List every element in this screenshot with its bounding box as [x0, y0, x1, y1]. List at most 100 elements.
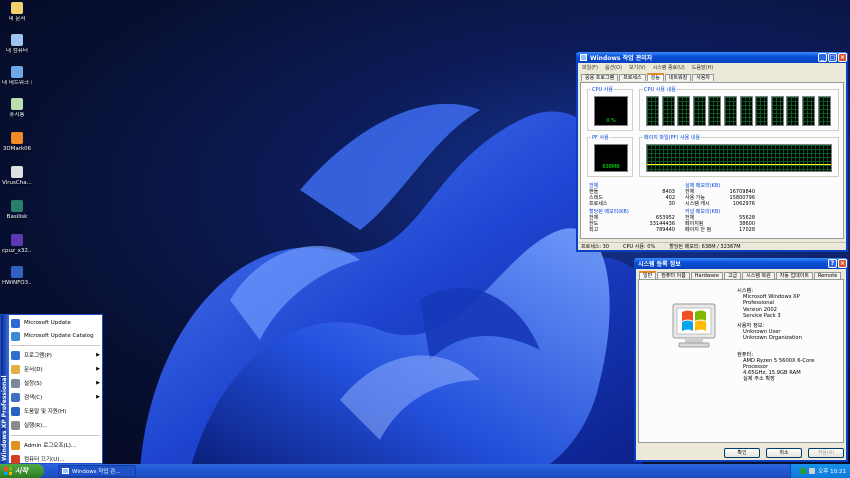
tray-cpu-icon[interactable]	[800, 468, 807, 474]
tab-hardware[interactable]: Hardware	[690, 272, 723, 279]
start-menu-item-icon	[11, 364, 20, 374]
status-bar: 프로세스: 30 CPU 사용: 0% 할당된 메모리: 638M / 3236…	[578, 242, 846, 250]
cancel-button[interactable]: 취소	[766, 448, 802, 458]
submenu-arrow-icon: ▶	[96, 352, 100, 358]
desktop-icon[interactable]: Basilisk	[2, 200, 32, 220]
system-cache-label: 시스템 캐시	[685, 201, 710, 207]
start-label: 시작	[15, 467, 28, 475]
tab-computer-name[interactable]: 컴퓨터 이름	[657, 272, 690, 279]
tab-general[interactable]: 일반	[639, 271, 657, 279]
start-menu-item-icon	[11, 440, 20, 450]
cpu-usage-value: 0 %	[606, 118, 616, 124]
start-menu-item-label: 실행(R)...	[24, 423, 48, 429]
close-button[interactable]: ×	[838, 53, 847, 62]
start-menu-band-text: Windows XP Professional	[1, 375, 8, 461]
start-menu-item[interactable]: 프로그램(P) ▶	[11, 349, 100, 361]
taskbar-button-task-manager[interactable]: Windows 작업 관...	[58, 465, 136, 477]
submenu-arrow-icon: ▶	[96, 380, 100, 386]
desktop-icon[interactable]: VirusCha...	[2, 166, 32, 186]
totals-block: 전체 핸들 8403 스레드 402 프로세스 30	[589, 183, 675, 207]
desktop-icon[interactable]: 3DMark06	[2, 132, 32, 152]
start-menu-item[interactable]: 도움말 및 지원(H)	[11, 405, 100, 417]
computer-line-4: 실제 주소 확장	[743, 376, 775, 383]
start-menu: Windows XP Professional Microsoft Update…	[0, 314, 103, 464]
start-menu-item[interactable]: Admin 로그오프(L)...	[11, 439, 100, 451]
tab-automatic-updates[interactable]: 자동 업데이트	[775, 272, 813, 279]
cpu-core-graph	[817, 96, 831, 126]
start-menu-item[interactable]: 설정(S) ▶	[11, 377, 100, 389]
physical-memory-block: 실제 메모리(KB) 전체 16709840 사용 가능 15800796 시스템 …	[685, 183, 755, 207]
desktop-icon-label: 휴지통	[9, 112, 25, 118]
cpu-core-graph	[786, 96, 800, 126]
windows-flag-icon	[4, 467, 12, 475]
desktop-icon[interactable]: 휴지통	[2, 98, 32, 118]
desktop-icon[interactable]: 내 문서	[2, 2, 32, 22]
tab-system-restore[interactable]: 시스템 복원	[742, 272, 775, 279]
start-menu-item[interactable]: 문서(D) ▶	[11, 363, 100, 375]
desktop-app-icon	[11, 166, 23, 178]
tab-applications[interactable]: 응용 프로그램	[581, 74, 619, 81]
tab-processes[interactable]: 프로세스	[619, 74, 646, 81]
pf-usage-value: 638MB	[602, 164, 620, 170]
start-menu-item-icon	[11, 378, 20, 388]
start-menu-item-label: 문서(D)	[24, 367, 43, 373]
start-menu-item-label: Admin 로그오프(L)...	[24, 443, 77, 449]
menu-bar: 파일(F) 옵션(O) 보기(V) 시스템 종료(U) 도움말(H)	[578, 63, 846, 71]
menu-help[interactable]: 도움말(H)	[692, 64, 713, 71]
tab-advanced[interactable]: 고급	[723, 272, 742, 279]
tray-speaker-icon[interactable]	[809, 468, 816, 474]
general-panel: 시스템: Microsoft Windows XP Professional V…	[638, 279, 844, 443]
desktop-app-icon	[11, 200, 23, 212]
desktop-icon[interactable]: 내 네트워크 환경	[2, 66, 32, 86]
tab-networking[interactable]: 네트워킹	[664, 74, 692, 81]
tab-strip: 응용 프로그램 프로세스 성능 네트워킹 사용자	[578, 73, 846, 81]
desktop-icon[interactable]: 내 컴퓨터	[2, 34, 32, 54]
start-menu-item[interactable]: 실행(R)...	[11, 419, 100, 431]
menu-view[interactable]: 보기(V)	[629, 64, 646, 71]
cpu-usage-meter: 0 %	[594, 96, 628, 126]
tab-performance[interactable]: 성능	[646, 73, 664, 81]
tab-users[interactable]: 사용자	[692, 74, 715, 81]
pf-usage-label: PF 사용	[591, 134, 610, 141]
pf-history-label: 페이지 파일(PF) 사용 내용	[643, 134, 701, 141]
processes-value: 30	[668, 201, 675, 207]
start-button[interactable]: 시작	[0, 464, 44, 478]
status-commit: 할당된 메모리: 638M / 32367M	[669, 244, 741, 250]
start-menu-item-label: 컴퓨터 끄기(U)...	[24, 457, 65, 463]
start-menu-item[interactable]: 검색(C) ▶	[11, 391, 100, 403]
desktop-icon-label: HWiNFO3...	[2, 280, 32, 286]
start-menu-item[interactable]: Microsoft Update Catalog	[11, 330, 100, 342]
system-properties-window[interactable]: 시스템 등록 정보 ? × 일반 컴퓨터 이름 Hardware 고급 시스템 …	[634, 258, 848, 462]
cpu-usage-label: CPU 사용	[591, 86, 614, 93]
minimize-button[interactable]: _	[818, 53, 827, 62]
clock[interactable]: 오후 10:21	[818, 467, 846, 475]
kernel-memory-block: 커널 메모리(KB) 전체 55628 페이지됨 38600 페이지 안 됨 1702…	[685, 209, 755, 233]
desktop-app-icon	[11, 34, 23, 46]
status-processes: 프로세스: 30	[581, 244, 610, 250]
sysprops-titlebar[interactable]: 시스템 등록 정보 ? ×	[634, 258, 848, 269]
task-manager-titlebar[interactable]: Windows 작업 관리자 _ □ ×	[576, 52, 848, 63]
sysprops-close-button[interactable]: ×	[838, 259, 847, 268]
desktop-icon[interactable]: cpuz_x32....	[2, 234, 32, 254]
desktop-app-icon	[11, 132, 23, 144]
task-manager-window[interactable]: Windows 작업 관리자 _ □ × 파일(F) 옵션(O) 보기(V) 시…	[576, 52, 848, 252]
maximize-button[interactable]: □	[828, 53, 837, 62]
menu-file[interactable]: 파일(F)	[582, 64, 598, 71]
help-button[interactable]: ?	[828, 259, 837, 268]
ok-button[interactable]: 확인	[724, 448, 760, 458]
start-menu-item-label: 도움말 및 지원(H)	[24, 409, 67, 415]
taskbar: 시작 Windows 작업 관... 오후 10:21	[0, 464, 850, 478]
desktop-icon-label: VirusCha...	[2, 180, 32, 186]
apply-button[interactable]: 적용(A)	[808, 448, 844, 458]
tab-remote[interactable]: Remote	[813, 272, 842, 279]
start-menu-band: Windows XP Professional	[1, 315, 9, 463]
sysprops-title: 시스템 등록 정보	[638, 261, 681, 268]
desktop-icon[interactable]: HWiNFO3...	[2, 266, 32, 286]
start-menu-separator	[11, 345, 100, 346]
menu-shutdown[interactable]: 시스템 종료(U)	[653, 64, 685, 71]
pf-usage-group: PF 사용 638MB	[587, 134, 633, 177]
desktop-app-icon	[11, 266, 23, 278]
start-menu-item[interactable]: Microsoft Update	[11, 317, 100, 329]
cpu-core-graph	[739, 96, 753, 126]
menu-options[interactable]: 옵션(O)	[605, 64, 622, 71]
